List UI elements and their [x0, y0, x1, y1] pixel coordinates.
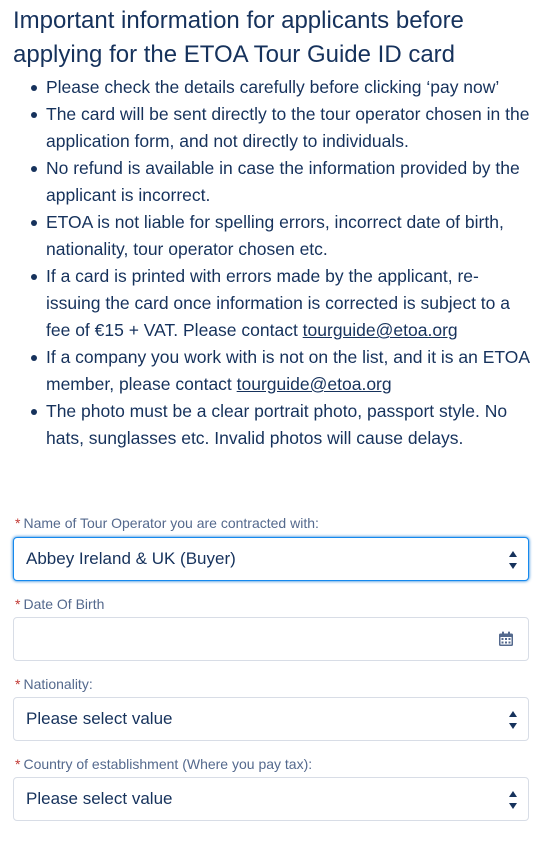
nationality-select[interactable]: Please select value [13, 697, 529, 741]
info-item-check-details: Please check the details carefully befor… [31, 74, 530, 101]
required-marker: * [15, 515, 21, 531]
up-down-chevron-icon [508, 711, 518, 729]
nationality-value: Please select value [26, 709, 173, 728]
calendar-icon[interactable] [498, 631, 514, 647]
tour-operator-value: Abbey Ireland & UK (Buyer) [26, 549, 236, 568]
country-of-establishment-value: Please select value [26, 789, 173, 808]
tour-operator-label: * Name of Tour Operator you are contracte… [15, 515, 319, 531]
nationality-label: * Nationality: [15, 676, 93, 692]
required-marker: * [15, 676, 21, 692]
page-heading: Important information for applicants bef… [13, 7, 464, 68]
info-item-card-delivery: The card will be sent directly to the to… [31, 101, 530, 155]
country-of-establishment-label: * Country of establishment (Where you pay… [15, 756, 313, 772]
info-list: Please check the details carefully befor… [0, 74, 530, 452]
up-down-chevron-icon [508, 551, 518, 569]
email-link-reissue[interactable]: tourguide@etoa.org [303, 320, 458, 340]
up-down-chevron-icon [508, 791, 518, 809]
tour-operator-select[interactable]: Abbey Ireland & UK (Buyer) [13, 537, 529, 581]
info-item-photo-requirements: The photo must be a clear portrait photo… [31, 398, 530, 452]
date-of-birth-input[interactable] [13, 617, 529, 661]
info-item-company-not-listed: If a company you work with is not on the… [31, 344, 530, 398]
required-marker: * [15, 596, 21, 612]
required-marker: * [15, 756, 21, 772]
info-item-reissue-fee: If a card is printed with errors made by… [31, 263, 530, 344]
info-item-liability: ETOA is not liable for spelling errors, … [31, 209, 530, 263]
info-item-no-refund: No refund is available in case the infor… [31, 155, 530, 209]
email-link-company[interactable]: tourguide@etoa.org [237, 374, 392, 394]
country-of-establishment-select[interactable]: Please select value [13, 777, 529, 821]
date-of-birth-label: * Date Of Birth [15, 596, 105, 612]
